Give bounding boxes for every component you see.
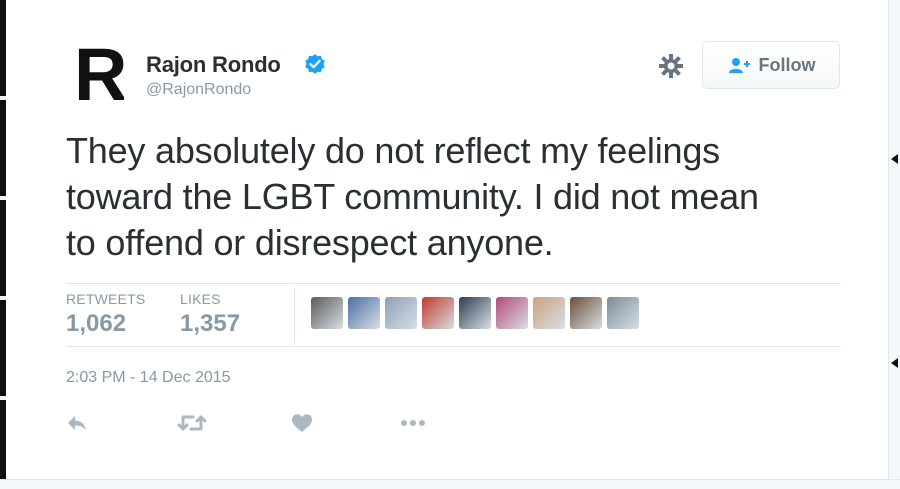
liker-avatar[interactable]	[496, 297, 528, 329]
liker-avatar[interactable]	[385, 297, 417, 329]
stats-vertical-divider	[294, 287, 295, 345]
more-icon	[401, 420, 425, 426]
author-name[interactable]: Rajon Rondo	[146, 52, 281, 78]
stats-top-divider	[66, 283, 841, 284]
likers-avatars	[311, 297, 639, 333]
retweet-button[interactable]	[174, 408, 210, 438]
retweet-icon	[177, 415, 207, 431]
liker-avatar[interactable]	[459, 297, 491, 329]
likes-label[interactable]: LIKES	[180, 291, 221, 307]
follow-button-label: Follow	[758, 54, 816, 75]
liker-avatar[interactable]	[422, 297, 454, 329]
right-gutter	[888, 0, 900, 489]
add-user-icon	[728, 58, 750, 73]
retweets-count[interactable]: 1,062	[66, 310, 126, 338]
gear-icon[interactable]	[658, 53, 684, 79]
stats-bottom-divider	[66, 346, 841, 347]
liker-avatar[interactable]	[348, 297, 380, 329]
like-button[interactable]	[287, 408, 317, 438]
liker-avatar[interactable]	[533, 297, 565, 329]
liker-avatar[interactable]	[607, 297, 639, 329]
like-icon	[292, 414, 312, 432]
tweet-line: to offend or disrespect anyone.	[66, 222, 554, 263]
tweet-line: They absolutely do not reflect my feelin…	[66, 130, 720, 171]
tweet-line: toward the LGBT community. I did not mea…	[66, 176, 759, 217]
tweet-text: They absolutely do not reflect my feelin…	[66, 128, 856, 266]
tweet-timestamp[interactable]: 2:03 PM - 14 Dec 2015	[66, 369, 231, 387]
likes-count[interactable]: 1,357	[180, 310, 240, 338]
liker-avatar[interactable]	[570, 297, 602, 329]
tweet-card: R Rajon Rondo @RajonRondo Follow They ab…	[6, 0, 888, 479]
avatar[interactable]: R	[74, 40, 124, 106]
verified-badge-icon	[305, 54, 325, 74]
author-handle[interactable]: @RajonRondo	[146, 81, 251, 99]
reply-icon	[68, 416, 86, 430]
caret-icon	[891, 154, 898, 164]
bottom-bar	[0, 479, 900, 489]
retweets-label[interactable]: RETWEETS	[66, 291, 145, 307]
avatar-letter: R	[74, 40, 124, 106]
more-button[interactable]	[398, 408, 428, 438]
liker-avatar[interactable]	[311, 297, 343, 329]
caret-icon	[891, 358, 898, 368]
follow-button[interactable]: Follow	[702, 41, 840, 89]
reply-button[interactable]	[62, 408, 92, 438]
